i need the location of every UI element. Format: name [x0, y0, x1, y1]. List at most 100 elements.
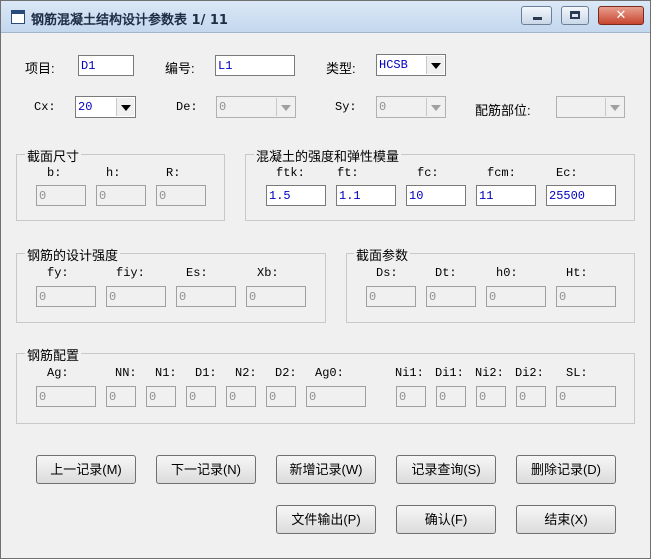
es-label: Es:	[186, 266, 208, 280]
chevron-down-icon	[605, 98, 623, 116]
ftk-input[interactable]: 1.5	[266, 185, 326, 206]
b-input: 0	[36, 185, 86, 206]
prev-record-button[interactable]: 上一记录(M)	[36, 455, 136, 484]
minimize-icon	[533, 17, 542, 20]
maximize-icon	[570, 11, 580, 19]
window-icon	[11, 10, 25, 24]
query-record-button[interactable]: 记录查询(S)	[396, 455, 496, 484]
close-icon: ✕	[615, 8, 627, 23]
cx-value: 20	[78, 100, 93, 114]
ft-label: ft:	[337, 166, 359, 180]
end-button[interactable]: 结束(X)	[516, 505, 616, 534]
dt-input: 0	[426, 286, 476, 307]
b-label: b:	[47, 166, 62, 180]
cx-select[interactable]: 20	[75, 96, 136, 118]
ni2-label: Ni2:	[475, 366, 504, 380]
d1-label: D1:	[195, 366, 217, 380]
peijin-buwei-label: 配筋部位:	[475, 103, 531, 118]
sy-label: Sy:	[335, 100, 357, 114]
ht-label: Ht:	[566, 266, 588, 280]
fy-label: fy:	[47, 266, 69, 280]
dt-label: Dt:	[435, 266, 457, 280]
h0-label: h0:	[496, 266, 518, 280]
d2-input: 0	[266, 386, 296, 407]
close-button[interactable]: ✕	[598, 6, 644, 25]
chevron-down-icon	[276, 98, 294, 116]
leixing-label: 类型:	[326, 61, 356, 76]
d1-input: 0	[186, 386, 216, 407]
d2-label: D2:	[275, 366, 297, 380]
xiangmu-input[interactable]: D1	[78, 55, 134, 76]
rebar-config-title: 钢筋配置	[25, 345, 82, 364]
bianhao-label: 编号:	[165, 61, 195, 76]
delete-record-button[interactable]: 删除记录(D)	[516, 455, 616, 484]
concrete-title: 混凝土的强度和弹性模量	[254, 146, 402, 165]
sy-value: 0	[379, 100, 387, 114]
ag0-input: 0	[306, 386, 366, 407]
n1-label: N1:	[155, 366, 177, 380]
confirm-button[interactable]: 确认(F)	[396, 505, 496, 534]
add-record-button[interactable]: 新增记录(W)	[276, 455, 376, 484]
xiangmu-label: 项目:	[25, 61, 55, 76]
h-input: 0	[96, 185, 146, 206]
bianhao-input[interactable]: L1	[215, 55, 295, 76]
es-input: 0	[176, 286, 236, 307]
fiy-input: 0	[106, 286, 166, 307]
ag-input: 0	[36, 386, 96, 407]
h0-input: 0	[486, 286, 546, 307]
sl-input: 0	[556, 386, 616, 407]
ag0-label: Ag0:	[315, 366, 344, 380]
ni1-label: Ni1:	[395, 366, 424, 380]
title-bar: 钢筋混凝土结构设计参数表 1/ 11 ✕	[1, 1, 650, 33]
de-value: 0	[219, 100, 227, 114]
chevron-down-icon	[426, 98, 444, 116]
di1-input: 0	[436, 386, 466, 407]
di2-input: 0	[516, 386, 546, 407]
minimize-button[interactable]	[521, 6, 552, 25]
r-input: 0	[156, 185, 206, 206]
n2-label: N2:	[235, 366, 257, 380]
di1-label: Di1:	[435, 366, 464, 380]
sl-label: SL:	[566, 366, 588, 380]
sy-select: 0	[376, 96, 446, 118]
xb-label: Xb:	[257, 266, 279, 280]
nn-label: NN:	[115, 366, 137, 380]
maximize-button[interactable]	[561, 6, 589, 25]
ec-label: Ec:	[556, 166, 578, 180]
dialog-window: 钢筋混凝土结构设计参数表 1/ 11 ✕ 项目: D1 编号: L1 类型: H…	[0, 0, 651, 559]
export-file-button[interactable]: 文件输出(P)	[276, 505, 376, 534]
chevron-down-icon[interactable]	[116, 98, 134, 116]
ht-input: 0	[556, 286, 616, 307]
xb-input: 0	[246, 286, 306, 307]
fc-input[interactable]: 10	[406, 185, 466, 206]
section-params-title: 截面参数	[354, 245, 411, 264]
di2-label: Di2:	[515, 366, 544, 380]
chevron-down-icon[interactable]	[426, 56, 444, 74]
ds-input: 0	[366, 286, 416, 307]
ag-label: Ag:	[47, 366, 69, 380]
fcm-label: fcm:	[487, 166, 516, 180]
window-title: 钢筋混凝土结构设计参数表 1/ 11	[31, 13, 228, 28]
r-label: R:	[166, 166, 181, 180]
n1-input: 0	[146, 386, 176, 407]
n2-input: 0	[226, 386, 256, 407]
ec-input[interactable]: 25500	[546, 185, 616, 206]
nn-input: 0	[106, 386, 136, 407]
leixing-value: HCSB	[379, 58, 408, 72]
ni2-input: 0	[476, 386, 506, 407]
leixing-select[interactable]: HCSB	[376, 54, 446, 76]
section-size-title: 截面尺寸	[25, 146, 82, 165]
h-label: h:	[106, 166, 121, 180]
fy-input: 0	[36, 286, 96, 307]
fcm-input[interactable]: 11	[476, 185, 536, 206]
cx-label: Cx:	[34, 100, 56, 114]
steel-strength-title: 钢筋的设计强度	[25, 245, 121, 264]
ft-input[interactable]: 1.1	[336, 185, 396, 206]
next-record-button[interactable]: 下一记录(N)	[156, 455, 256, 484]
ds-label: Ds:	[376, 266, 398, 280]
de-select: 0	[216, 96, 296, 118]
de-label: De:	[176, 100, 198, 114]
ftk-label: ftk:	[276, 166, 305, 180]
peijin-buwei-select	[556, 96, 625, 118]
ni1-input: 0	[396, 386, 426, 407]
